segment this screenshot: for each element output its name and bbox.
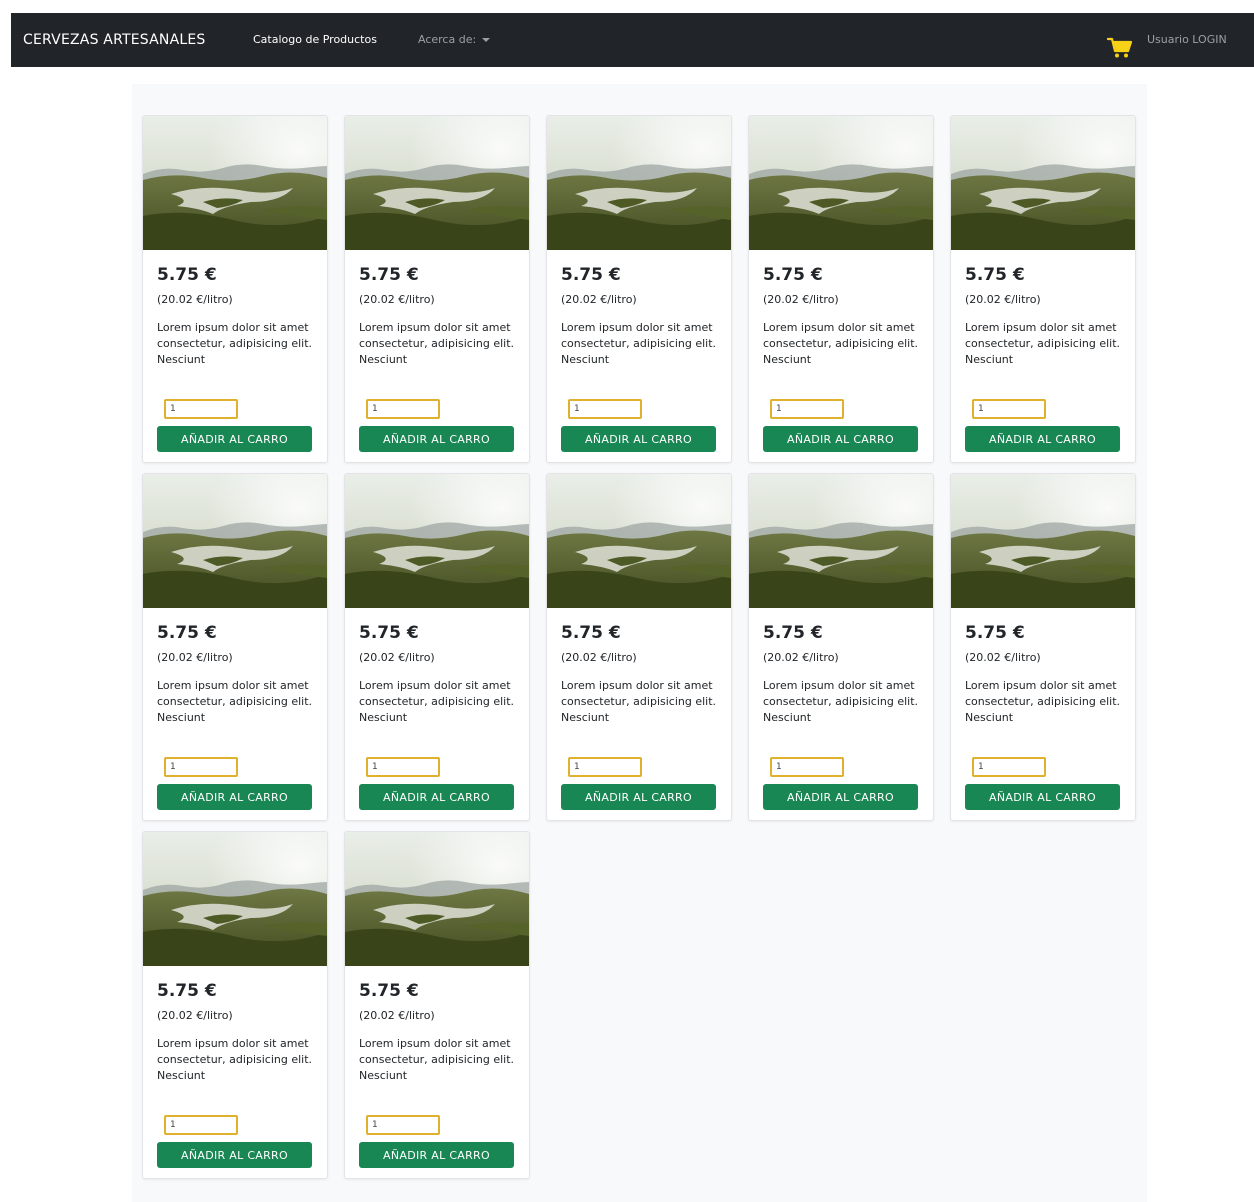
product-price-per-liter: (20.02 €/litro): [359, 293, 435, 306]
add-to-cart-button[interactable]: AÑADIR AL CARRO: [359, 784, 514, 810]
quantity-input[interactable]: [972, 757, 1046, 777]
product-price: 5.75 €: [965, 623, 1025, 643]
product-image: [951, 474, 1135, 608]
product-price: 5.75 €: [561, 623, 621, 643]
quantity-input[interactable]: [164, 1115, 238, 1135]
add-to-cart-button[interactable]: AÑADIR AL CARRO: [763, 784, 918, 810]
product-image: [345, 116, 529, 250]
product-description: Lorem ipsum dolor sit amet consectetur, …: [561, 679, 717, 724]
product-price: 5.75 €: [965, 265, 1025, 285]
quantity-input[interactable]: [568, 399, 642, 419]
product-card: 5.75 € (20.02 €/litro) Lorem ipsum dolor…: [748, 115, 934, 463]
add-to-cart-button[interactable]: AÑADIR AL CARRO: [561, 426, 716, 452]
product-image: [547, 474, 731, 608]
product-price: 5.75 €: [561, 265, 621, 285]
product-card: 5.75 € (20.02 €/litro) Lorem ipsum dolor…: [546, 473, 732, 821]
product-price: 5.75 €: [763, 623, 823, 643]
product-price: 5.75 €: [157, 981, 217, 1001]
product-price-per-liter: (20.02 €/litro): [157, 1009, 233, 1022]
product-price-per-liter: (20.02 €/litro): [359, 1009, 435, 1022]
quantity-input[interactable]: [770, 399, 844, 419]
product-image: [143, 474, 327, 608]
product-image: [951, 116, 1135, 250]
product-description: Lorem ipsum dolor sit amet consectetur, …: [965, 679, 1121, 724]
product-description: Lorem ipsum dolor sit amet consectetur, …: [561, 321, 717, 366]
product-card: 5.75 € (20.02 €/litro) Lorem ipsum dolor…: [344, 473, 530, 821]
product-card: 5.75 € (20.02 €/litro) Lorem ipsum dolor…: [950, 115, 1136, 463]
product-image: [547, 116, 731, 250]
quantity-input[interactable]: [164, 399, 238, 419]
quantity-input[interactable]: [568, 757, 642, 777]
product-image: [143, 832, 327, 966]
shopping-cart-icon[interactable]: [1106, 37, 1133, 59]
product-description: Lorem ipsum dolor sit amet consectetur, …: [157, 1037, 313, 1082]
add-to-cart-button[interactable]: AÑADIR AL CARRO: [157, 784, 312, 810]
quantity-input[interactable]: [366, 399, 440, 419]
caret-down-icon: [482, 38, 491, 42]
nav-about-dropdown[interactable]: Acerca de:: [418, 13, 491, 67]
product-card: 5.75 € (20.02 €/litro) Lorem ipsum dolor…: [142, 831, 328, 1179]
product-description: Lorem ipsum dolor sit amet consectetur, …: [763, 321, 919, 366]
product-description: Lorem ipsum dolor sit amet consectetur, …: [965, 321, 1121, 366]
product-price-per-liter: (20.02 €/litro): [157, 293, 233, 306]
product-description: Lorem ipsum dolor sit amet consectetur, …: [157, 321, 313, 366]
product-image: [749, 474, 933, 608]
product-card: 5.75 € (20.02 €/litro) Lorem ipsum dolor…: [142, 115, 328, 463]
add-to-cart-button[interactable]: AÑADIR AL CARRO: [561, 784, 716, 810]
brand-logo[interactable]: CERVEZAS ARTESANALES: [23, 13, 206, 67]
product-price: 5.75 €: [157, 623, 217, 643]
product-description: Lorem ipsum dolor sit amet consectetur, …: [359, 679, 515, 724]
product-card: 5.75 € (20.02 €/litro) Lorem ipsum dolor…: [142, 473, 328, 821]
product-price-per-liter: (20.02 €/litro): [561, 293, 637, 306]
product-image: [749, 116, 933, 250]
nav-about-label: Acerca de:: [418, 33, 477, 46]
product-card: 5.75 € (20.02 €/litro) Lorem ipsum dolor…: [748, 473, 934, 821]
nav-user-login[interactable]: Usuario LOGIN: [1147, 13, 1227, 67]
add-to-cart-button[interactable]: AÑADIR AL CARRO: [965, 784, 1120, 810]
quantity-input[interactable]: [366, 757, 440, 777]
product-description: Lorem ipsum dolor sit amet consectetur, …: [763, 679, 919, 724]
product-price-per-liter: (20.02 €/litro): [763, 651, 839, 664]
add-to-cart-button[interactable]: AÑADIR AL CARRO: [157, 426, 312, 452]
navbar: CERVEZAS ARTESANALES Catalogo de Product…: [11, 13, 1254, 67]
quantity-input[interactable]: [164, 757, 238, 777]
product-description: Lorem ipsum dolor sit amet consectetur, …: [157, 679, 313, 724]
product-price: 5.75 €: [157, 265, 217, 285]
product-image: [345, 474, 529, 608]
add-to-cart-button[interactable]: AÑADIR AL CARRO: [359, 426, 514, 452]
add-to-cart-button[interactable]: AÑADIR AL CARRO: [965, 426, 1120, 452]
product-price-per-liter: (20.02 €/litro): [359, 651, 435, 664]
nav-catalog-link[interactable]: Catalogo de Productos: [253, 13, 377, 67]
product-card: 5.75 € (20.02 €/litro) Lorem ipsum dolor…: [344, 115, 530, 463]
product-price: 5.75 €: [359, 981, 419, 1001]
add-to-cart-button[interactable]: AÑADIR AL CARRO: [359, 1142, 514, 1168]
product-card: 5.75 € (20.02 €/litro) Lorem ipsum dolor…: [546, 115, 732, 463]
product-catalog: 5.75 € (20.02 €/litro) Lorem ipsum dolor…: [132, 84, 1147, 1202]
product-card: 5.75 € (20.02 €/litro) Lorem ipsum dolor…: [344, 831, 530, 1179]
add-to-cart-button[interactable]: AÑADIR AL CARRO: [157, 1142, 312, 1168]
quantity-input[interactable]: [366, 1115, 440, 1135]
product-price-per-liter: (20.02 €/litro): [965, 651, 1041, 664]
product-image: [143, 116, 327, 250]
product-description: Lorem ipsum dolor sit amet consectetur, …: [359, 1037, 515, 1082]
quantity-input[interactable]: [770, 757, 844, 777]
product-price: 5.75 €: [763, 265, 823, 285]
quantity-input[interactable]: [972, 399, 1046, 419]
product-price-per-liter: (20.02 €/litro): [561, 651, 637, 664]
product-price-per-liter: (20.02 €/litro): [763, 293, 839, 306]
product-card: 5.75 € (20.02 €/litro) Lorem ipsum dolor…: [950, 473, 1136, 821]
product-description: Lorem ipsum dolor sit amet consectetur, …: [359, 321, 515, 366]
add-to-cart-button[interactable]: AÑADIR AL CARRO: [763, 426, 918, 452]
product-price-per-liter: (20.02 €/litro): [157, 651, 233, 664]
product-price-per-liter: (20.02 €/litro): [965, 293, 1041, 306]
product-price: 5.75 €: [359, 623, 419, 643]
product-price: 5.75 €: [359, 265, 419, 285]
product-image: [345, 832, 529, 966]
